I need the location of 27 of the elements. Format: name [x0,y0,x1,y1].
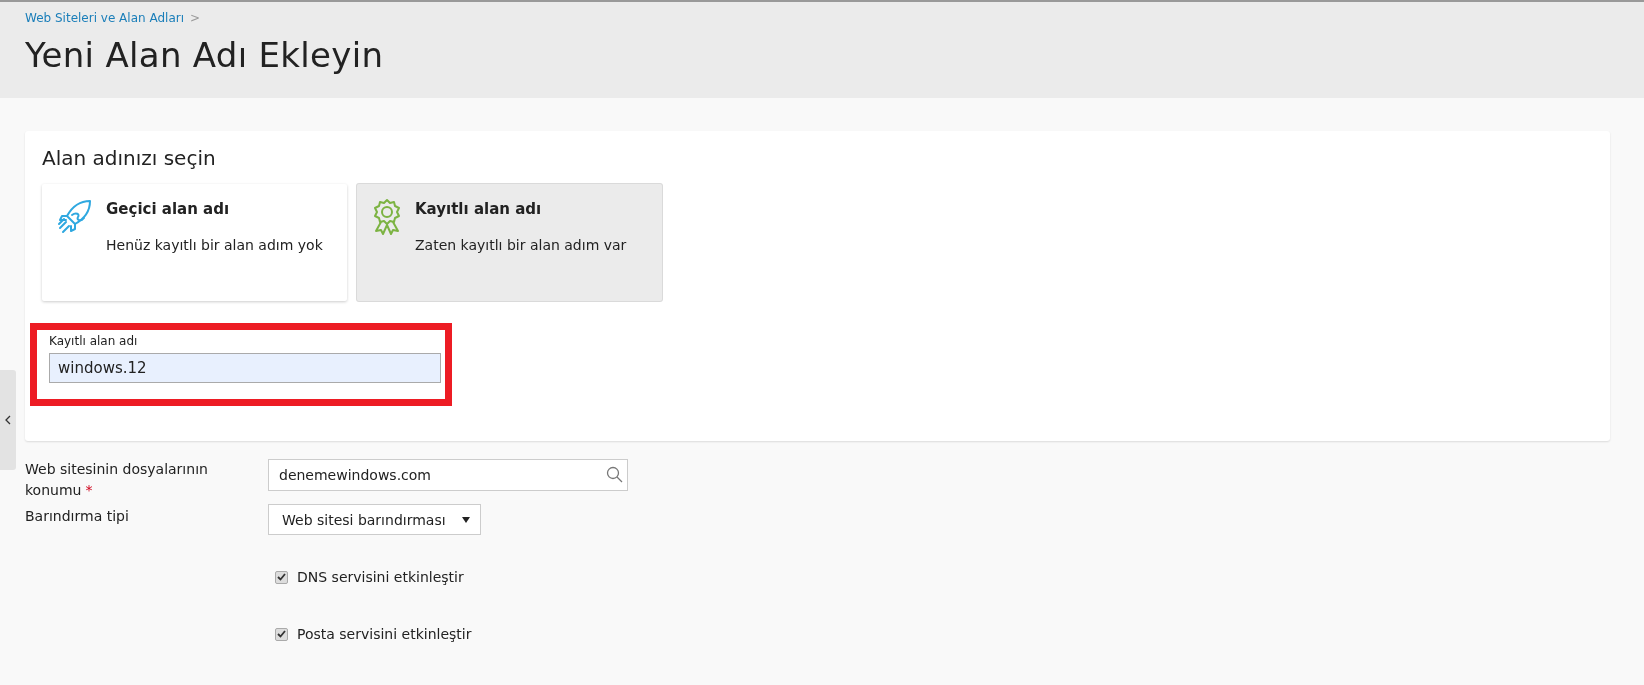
domain-input-field[interactable]: windows.12 [49,353,441,383]
field-label: Web sitesinin dosyalarının konumu * [25,460,209,500]
dropdown-arrow-icon [462,516,470,523]
chevron-left-icon [5,415,11,425]
hosting-type-dropdown[interactable]: Web sitesi barındırması [268,504,481,535]
domain-option-card[interactable]: Geçici alan adı Henüz kayıtlı bir alan adım yok [42,184,347,301]
sidebar-toggle-button[interactable] [0,370,16,470]
field-label: Barındırma tipi [25,507,130,526]
option-title: Kayıtlı alan adı [415,200,543,218]
page-title: Yeni Alan Adı Ekleyin [25,35,385,75]
checkbox[interactable] [275,570,288,584]
option-description: Henüz kayıtlı bir alan adım yok [106,236,324,255]
domain-option-card[interactable]: Kayıtlı alan adı Zaten kayıtlı bir alan adım var [357,184,662,301]
section-heading: Alan adınızı seçin [42,146,217,170]
option-title: Geçici alan adı [106,200,231,218]
location-input-field[interactable]: denemewindows.com [268,459,628,491]
checkbox-label: Posta servisini etkinleştir [297,626,472,642]
breadcrumb-link[interactable]: Web Siteleri ve Alan Adları [25,11,184,25]
award-ribbon-icon [371,198,403,236]
checkbox[interactable] [275,627,288,641]
breadcrumb-separator: > [190,11,201,25]
field-label: Kayıtlı alan adı [49,334,139,348]
rocket-icon [56,198,94,236]
checkbox-label: DNS servisini etkinleştir [297,569,464,585]
search-icon [606,466,623,483]
option-description: Zaten kayıtlı bir alan adım var [415,236,628,255]
required-asterisk: * [85,482,93,498]
